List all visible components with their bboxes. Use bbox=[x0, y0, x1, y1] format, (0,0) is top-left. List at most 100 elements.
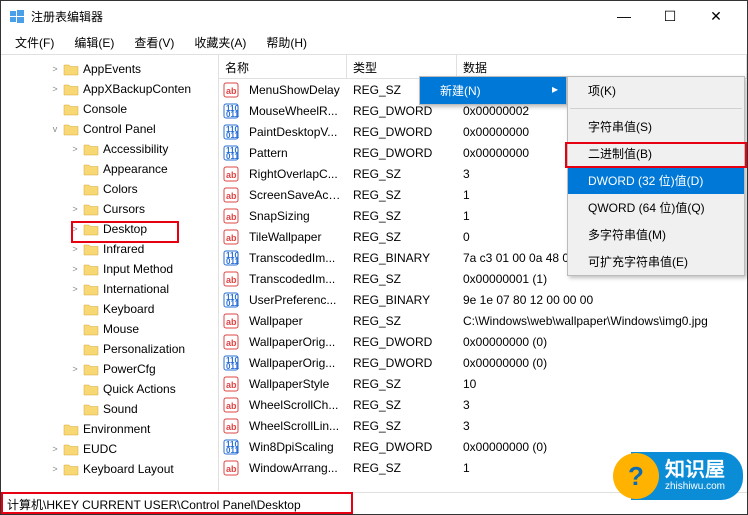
reg-string-icon: ab bbox=[223, 187, 239, 203]
cell-type: REG_BINARY bbox=[347, 293, 457, 307]
svg-text:011: 011 bbox=[226, 299, 239, 308]
list-pane[interactable]: 名称 类型 数据 abMenuShowDelayREG_SZ110011Mous… bbox=[219, 55, 747, 491]
ctx-new-string[interactable]: 字符串值(S) bbox=[568, 113, 744, 140]
expander-icon[interactable]: v bbox=[49, 124, 61, 134]
list-row[interactable]: abWheelScrollCh...REG_SZ3 bbox=[219, 394, 747, 415]
col-type[interactable]: 类型 bbox=[347, 55, 457, 78]
tree-item[interactable]: > Infrared bbox=[1, 239, 218, 259]
ctx-new-expand[interactable]: 可扩充字符串值(E) bbox=[568, 248, 744, 275]
reg-string-icon: ab bbox=[223, 229, 239, 245]
tree-item[interactable]: >AppEvents bbox=[1, 59, 218, 79]
tree-item[interactable]: >International bbox=[1, 279, 218, 299]
cell-type: REG_SZ bbox=[347, 398, 457, 412]
tree-item[interactable]: Quick Actions bbox=[1, 379, 218, 399]
tree-item[interactable]: Colors bbox=[1, 179, 218, 199]
tree-item[interactable]: >Input Method bbox=[1, 259, 218, 279]
menu-favorites[interactable]: 收藏夹(A) bbox=[184, 31, 256, 54]
folder-icon bbox=[83, 182, 99, 196]
list-row[interactable]: abWallpaperOrig...REG_DWORD0x00000000 (0… bbox=[219, 331, 747, 352]
tree-item[interactable]: Personalization bbox=[1, 339, 218, 359]
expander-icon[interactable]: > bbox=[49, 84, 61, 94]
tree-item[interactable]: Appearance bbox=[1, 159, 218, 179]
list-row[interactable]: abWheelScrollLin...REG_SZ3 bbox=[219, 415, 747, 436]
tree-item[interactable]: > Keyboard Layout bbox=[1, 459, 218, 479]
tree-item[interactable]: > Desktop bbox=[1, 219, 218, 239]
expander-icon[interactable]: > bbox=[69, 364, 81, 374]
tree-item[interactable]: >Accessibility bbox=[1, 139, 218, 159]
col-data[interactable]: 数据 bbox=[457, 55, 747, 78]
list-row[interactable]: abWallpaperREG_SZC:\Windows\web\wallpape… bbox=[219, 310, 747, 331]
tree-pane[interactable]: >AppEvents>AppXBackupContenConsolevContr… bbox=[1, 55, 219, 491]
tree-item[interactable]: >AppXBackupConten bbox=[1, 79, 218, 99]
expander-icon[interactable]: > bbox=[69, 224, 81, 234]
tree-item[interactable]: Sound bbox=[1, 399, 218, 419]
expander-icon[interactable]: > bbox=[69, 144, 81, 154]
list-row[interactable]: 110011UserPreferenc...REG_BINARY9e 1e 07… bbox=[219, 289, 747, 310]
expander-icon[interactable]: > bbox=[49, 64, 61, 74]
cell-data: 9e 1e 07 80 12 00 00 00 bbox=[457, 293, 747, 307]
folder-icon bbox=[63, 62, 79, 76]
cell-name: WheelScrollLin... bbox=[243, 419, 347, 433]
tree-item[interactable]: Mouse bbox=[1, 319, 218, 339]
col-name[interactable]: 名称 bbox=[219, 55, 347, 78]
watermark-text: 知识屋 bbox=[665, 460, 725, 480]
cell-name: WindowArrang... bbox=[243, 461, 347, 475]
tree-item-label: Cursors bbox=[103, 202, 145, 216]
reg-string-icon: ab bbox=[223, 166, 239, 182]
tree-item[interactable]: Environment bbox=[1, 419, 218, 439]
expander-icon[interactable]: > bbox=[49, 464, 61, 474]
cell-name: MouseWheelR... bbox=[243, 104, 347, 118]
reg-binary-icon: 110011 bbox=[223, 124, 239, 140]
expander-icon[interactable]: > bbox=[69, 204, 81, 214]
folder-icon bbox=[83, 222, 99, 236]
tree-item-label: Colors bbox=[103, 182, 138, 196]
cell-data: 3 bbox=[457, 419, 747, 433]
menu-file[interactable]: 文件(F) bbox=[5, 31, 64, 54]
chevron-right-icon: ▸ bbox=[552, 82, 558, 96]
tree-item[interactable]: vControl Panel bbox=[1, 119, 218, 139]
ctx-new-dword[interactable]: DWORD (32 位)值(D) bbox=[568, 167, 744, 194]
close-button[interactable]: ✕ bbox=[693, 1, 739, 31]
ctx-new-binary[interactable]: 二进制值(B) bbox=[568, 140, 744, 167]
cell-type: REG_SZ bbox=[347, 272, 457, 286]
ctx-new[interactable]: 新建(N) ▸ bbox=[420, 77, 566, 104]
list-row[interactable]: abWallpaperStyleREG_SZ10 bbox=[219, 373, 747, 394]
cell-name: PaintDesktopV... bbox=[243, 125, 347, 139]
svg-text:ab: ab bbox=[226, 233, 237, 243]
expander-icon[interactable]: > bbox=[69, 284, 81, 294]
expander-icon[interactable]: > bbox=[69, 264, 81, 274]
cell-data: 10 bbox=[457, 377, 747, 391]
minimize-button[interactable]: — bbox=[601, 1, 647, 31]
tree-item[interactable]: >EUDC bbox=[1, 439, 218, 459]
maximize-button[interactable]: ☐ bbox=[647, 1, 693, 31]
menu-edit[interactable]: 编辑(E) bbox=[64, 31, 124, 54]
menubar: 文件(F) 编辑(E) 查看(V) 收藏夹(A) 帮助(H) bbox=[1, 31, 747, 55]
tree-item[interactable]: > Cursors bbox=[1, 199, 218, 219]
svg-text:011: 011 bbox=[226, 362, 239, 371]
list-row[interactable]: 110011WallpaperOrig...REG_DWORD0x0000000… bbox=[219, 352, 747, 373]
ctx-new-qword[interactable]: QWORD (64 位)值(Q) bbox=[568, 194, 744, 221]
svg-text:ab: ab bbox=[226, 401, 237, 411]
tree-item-label: Keyboard Layout bbox=[83, 462, 174, 476]
ctx-new-multi[interactable]: 多字符串值(M) bbox=[568, 221, 744, 248]
tree-item-label: Infrared bbox=[103, 242, 144, 256]
cell-type: REG_BINARY bbox=[347, 251, 457, 265]
tree-item[interactable]: >PowerCfg bbox=[1, 359, 218, 379]
svg-text:ab: ab bbox=[226, 191, 237, 201]
tree-item[interactable]: Keyboard bbox=[1, 299, 218, 319]
tree-item-label: Environment bbox=[83, 422, 150, 436]
tree-item-label: Keyboard bbox=[103, 302, 154, 316]
menu-view[interactable]: 查看(V) bbox=[124, 31, 184, 54]
expander-icon[interactable]: > bbox=[69, 244, 81, 254]
expander-icon[interactable]: > bbox=[49, 444, 61, 454]
menu-help[interactable]: 帮助(H) bbox=[256, 31, 317, 54]
tree-item-label: Desktop bbox=[103, 222, 147, 236]
tree-item[interactable]: Console bbox=[1, 99, 218, 119]
svg-text:011: 011 bbox=[226, 257, 239, 266]
cell-name: WallpaperStyle bbox=[243, 377, 347, 391]
folder-icon bbox=[63, 442, 79, 456]
svg-text:ab: ab bbox=[226, 86, 237, 96]
ctx-new-key[interactable]: 项(K) bbox=[568, 77, 744, 104]
cell-name: TranscodedIm... bbox=[243, 251, 347, 265]
tree-item-label: Personalization bbox=[103, 342, 185, 356]
